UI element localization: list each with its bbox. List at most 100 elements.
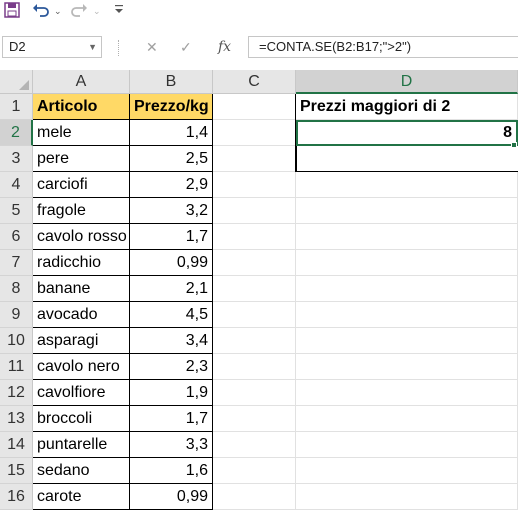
row-header[interactable]: 4 xyxy=(0,172,33,198)
article-name-cell[interactable]: avocado xyxy=(33,302,130,328)
row-header[interactable]: 7 xyxy=(0,250,33,276)
row-header[interactable]: 1 xyxy=(0,94,33,120)
cell[interactable] xyxy=(213,276,296,302)
cell[interactable] xyxy=(213,484,296,510)
article-name-cell[interactable]: mele xyxy=(33,120,130,146)
redo-icon[interactable] xyxy=(70,2,88,20)
redo-dropdown-icon[interactable]: ⌄ xyxy=(93,2,101,20)
chevron-down-icon[interactable]: ▼ xyxy=(88,37,97,57)
article-name-cell[interactable]: cavolo rosso xyxy=(33,224,130,250)
cell[interactable] xyxy=(213,94,296,120)
row-header[interactable]: 11 xyxy=(0,354,33,380)
cell[interactable] xyxy=(296,276,518,302)
price-cell[interactable]: 1,7 xyxy=(130,224,213,250)
row-header[interactable]: 15 xyxy=(0,458,33,484)
cell[interactable] xyxy=(213,458,296,484)
name-box[interactable]: D2 ▼ xyxy=(2,36,102,58)
price-cell[interactable]: 2,5 xyxy=(130,146,213,172)
article-name-cell[interactable]: carciofi xyxy=(33,172,130,198)
table-header-articolo[interactable]: Articolo xyxy=(33,94,130,120)
article-name-cell[interactable]: broccoli xyxy=(33,406,130,432)
article-name-cell[interactable]: carote xyxy=(33,484,130,510)
result-label-cell[interactable]: Prezzi maggiori di 2 xyxy=(296,94,518,120)
cell[interactable] xyxy=(213,198,296,224)
column-header-b[interactable]: B xyxy=(130,70,213,94)
row-header[interactable]: 6 xyxy=(0,224,33,250)
article-name-cell[interactable]: asparagi xyxy=(33,328,130,354)
article-name-cell[interactable]: cavolfiore xyxy=(33,380,130,406)
article-name-cell[interactable]: pere xyxy=(33,146,130,172)
select-all-icon xyxy=(19,80,29,90)
cell[interactable] xyxy=(296,146,518,172)
cell[interactable] xyxy=(213,172,296,198)
cell[interactable] xyxy=(296,432,518,458)
cell[interactable] xyxy=(296,380,518,406)
price-cell[interactable]: 1,4 xyxy=(130,120,213,146)
price-cell[interactable]: 1,9 xyxy=(130,380,213,406)
cell[interactable] xyxy=(296,250,518,276)
cell[interactable] xyxy=(296,224,518,250)
cell[interactable] xyxy=(213,302,296,328)
article-name-cell[interactable]: radicchio xyxy=(33,250,130,276)
price-cell[interactable]: 3,2 xyxy=(130,198,213,224)
price-cell[interactable]: 2,9 xyxy=(130,172,213,198)
cell[interactable] xyxy=(213,380,296,406)
enter-icon[interactable]: ✓ xyxy=(180,38,192,56)
column-header-d[interactable]: D xyxy=(296,70,518,94)
row-header[interactable]: 5 xyxy=(0,198,33,224)
row-header[interactable]: 9 xyxy=(0,302,33,328)
cell[interactable] xyxy=(213,354,296,380)
select-all-button[interactable] xyxy=(0,70,33,94)
price-cell[interactable]: 0,99 xyxy=(130,484,213,510)
result-value-cell[interactable]: 8 xyxy=(296,120,518,146)
column-header-a[interactable]: A xyxy=(33,70,130,94)
price-cell[interactable]: 1,6 xyxy=(130,458,213,484)
price-cell[interactable]: 2,1 xyxy=(130,276,213,302)
row-header[interactable]: 10 xyxy=(0,328,33,354)
cell[interactable] xyxy=(296,328,518,354)
cell[interactable] xyxy=(296,458,518,484)
price-cell[interactable]: 2,3 xyxy=(130,354,213,380)
save-icon[interactable] xyxy=(4,2,20,20)
formula-input[interactable]: =CONTA.SE(B2:B17;">2") xyxy=(248,36,518,58)
article-name-cell[interactable]: fragole xyxy=(33,198,130,224)
undo-icon[interactable] xyxy=(32,2,50,20)
cell[interactable] xyxy=(213,406,296,432)
row-header[interactable]: 16 xyxy=(0,484,33,510)
cancel-icon[interactable]: ✕ xyxy=(146,38,158,56)
table-header-prezzo[interactable]: Prezzo/kg xyxy=(130,94,213,120)
price-cell[interactable]: 1,7 xyxy=(130,406,213,432)
price-cell[interactable]: 0,99 xyxy=(130,250,213,276)
cell[interactable] xyxy=(213,432,296,458)
cell[interactable] xyxy=(213,328,296,354)
article-name-cell[interactable]: cavolo nero xyxy=(33,354,130,380)
column-header-c[interactable]: C xyxy=(213,70,296,94)
article-name-cell[interactable]: banane xyxy=(33,276,130,302)
cell[interactable] xyxy=(296,302,518,328)
cell[interactable] xyxy=(296,406,518,432)
price-cell[interactable]: 3,3 xyxy=(130,432,213,458)
row-header[interactable]: 14 xyxy=(0,432,33,458)
insert-function-icon[interactable]: fx xyxy=(218,38,231,56)
row-header[interactable]: 12 xyxy=(0,380,33,406)
cell[interactable] xyxy=(296,172,518,198)
cell[interactable] xyxy=(213,146,296,172)
cell[interactable] xyxy=(296,198,518,224)
cell[interactable] xyxy=(296,484,518,510)
name-box-value: D2 xyxy=(9,39,26,54)
price-cell[interactable]: 4,5 xyxy=(130,302,213,328)
cell[interactable] xyxy=(296,354,518,380)
undo-dropdown-icon[interactable]: ⌄ xyxy=(54,2,62,20)
row-header[interactable]: 3 xyxy=(0,146,33,172)
result-box-border xyxy=(295,94,296,172)
row-header[interactable]: 2 xyxy=(0,120,33,146)
cell[interactable] xyxy=(213,250,296,276)
article-name-cell[interactable]: puntarelle xyxy=(33,432,130,458)
cell[interactable] xyxy=(213,224,296,250)
price-cell[interactable]: 3,4 xyxy=(130,328,213,354)
row-header[interactable]: 8 xyxy=(0,276,33,302)
cell[interactable] xyxy=(213,120,296,146)
row-header[interactable]: 13 xyxy=(0,406,33,432)
customize-icon[interactable] xyxy=(114,2,124,20)
article-name-cell[interactable]: sedano xyxy=(33,458,130,484)
